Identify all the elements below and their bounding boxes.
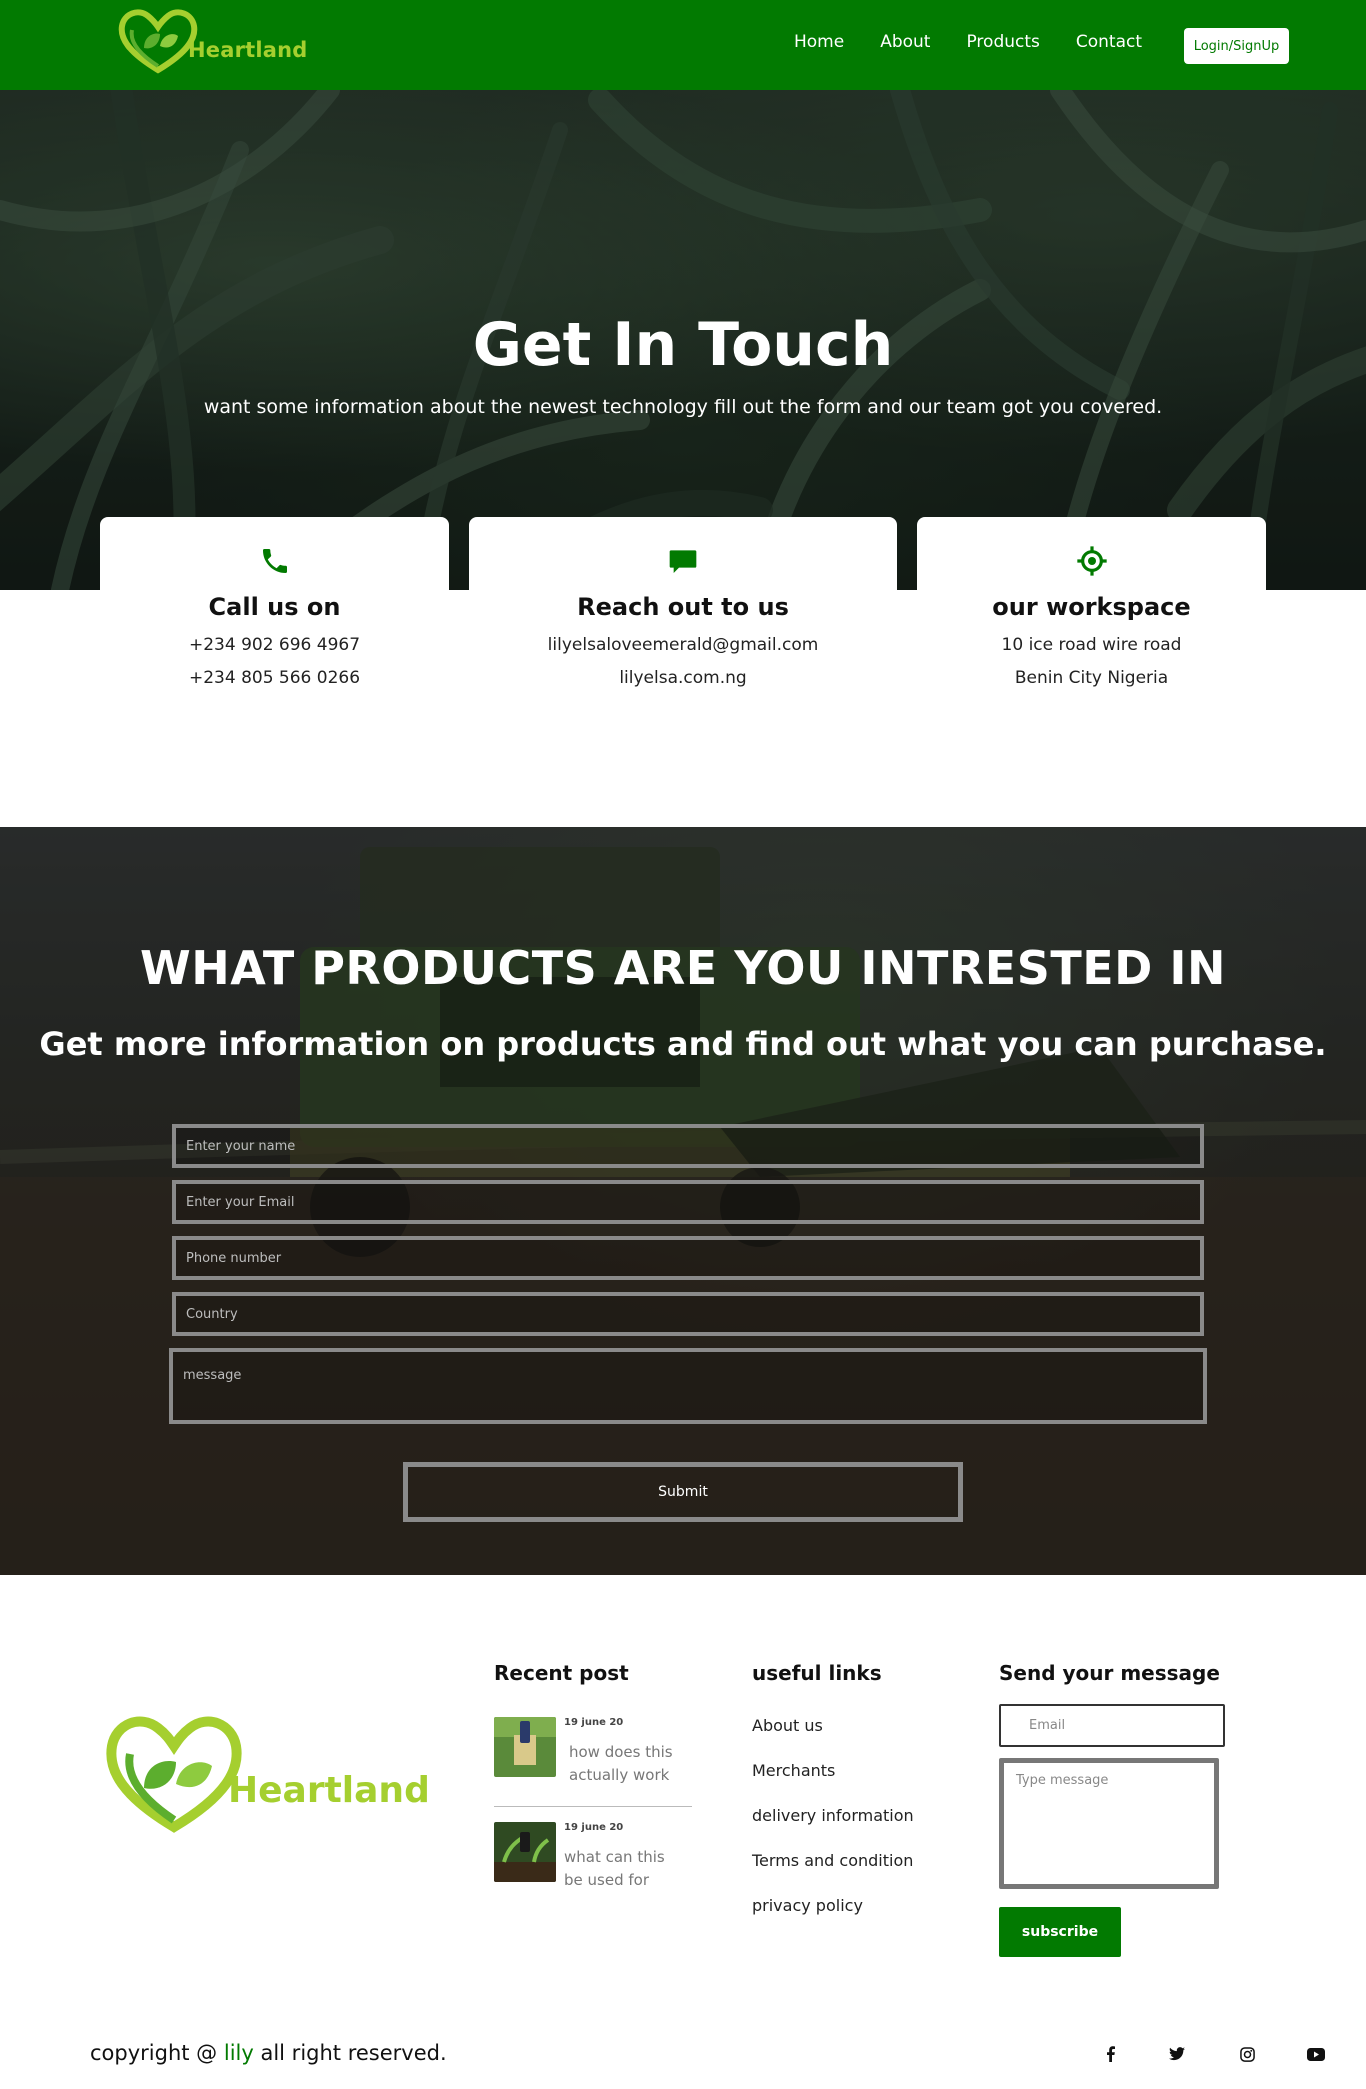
nav-home[interactable]: Home (794, 32, 844, 52)
post-thumbnail-image (494, 1822, 556, 1882)
nav-contact[interactable]: Contact (1076, 32, 1142, 52)
contact-card-reach: Reach out to us lilyelsaloveemerald@gmai… (469, 517, 897, 722)
phone-number-1[interactable]: +234 902 696 4967 (100, 635, 449, 655)
link-about-us[interactable]: About us (752, 1716, 823, 1735)
name-input[interactable] (172, 1124, 1204, 1168)
subscribe-button[interactable]: subscribe (999, 1907, 1121, 1957)
nav-links: Home About Products Contact (794, 32, 1142, 52)
post-divider (494, 1806, 692, 1807)
brand-name: Heartland (188, 38, 308, 62)
address-line-2: Benin City Nigeria (1014, 668, 1169, 688)
link-privacy-policy[interactable]: privacy policy (752, 1896, 863, 1915)
link-merchants[interactable]: Merchants (752, 1761, 835, 1780)
contact-card-call: Call us on +234 902 696 4967 +234 805 56… (100, 517, 449, 722)
copyright-text: copyright @ lily all right reserved. (90, 2041, 447, 2065)
footer-brand-name: Heartland (228, 1770, 430, 1811)
useful-links-title: useful links (752, 1661, 882, 1685)
chat-icon (669, 550, 697, 573)
card-title: Reach out to us (577, 593, 789, 621)
phone-icon (262, 549, 287, 573)
products-title: WHAT PRODUCTS ARE YOU INTRESTED IN (140, 941, 1226, 995)
contact-card-workspace: our workspace 10 ice road wire road Beni… (917, 517, 1266, 722)
phone-number-2[interactable]: +234 805 566 0266 (100, 668, 449, 688)
link-delivery-information[interactable]: delivery information (752, 1806, 914, 1825)
hero-subtitle: want some information about the newest t… (203, 396, 1163, 418)
submit-button[interactable]: Submit (403, 1462, 963, 1522)
post-title[interactable]: how does this actually work (569, 1741, 689, 1787)
email-input[interactable] (172, 1180, 1204, 1224)
link-terms-and-condition[interactable]: Terms and condition (752, 1851, 913, 1870)
email-address[interactable]: lilyelsaloveemerald@gmail.com (469, 635, 897, 655)
hero-title: Get In Touch (472, 310, 894, 380)
instagram-icon[interactable] (1237, 2044, 1257, 2064)
copyright-suffix: all right reserved. (253, 2041, 447, 2065)
card-title: our workspace (992, 593, 1191, 621)
youtube-icon[interactable] (1306, 2044, 1326, 2064)
login-signup-button[interactable]: Login/SignUp (1184, 28, 1289, 64)
website-link[interactable]: lilyelsa.com.ng (469, 668, 897, 688)
heart-leaf-logo-icon (106, 1716, 242, 1833)
location-target-icon (1076, 546, 1107, 576)
copyright-prefix: copyright @ (90, 2041, 224, 2065)
card-title: Call us on (208, 593, 341, 621)
footer-email-input[interactable] (999, 1704, 1225, 1747)
facebook-icon[interactable] (1100, 2044, 1120, 2064)
address-line-1: 10 ice road wire road (1001, 635, 1182, 655)
post-thumbnail-image (494, 1717, 556, 1777)
post-date: 19 june 20 (564, 1822, 624, 1833)
navbar: Heartland Home About Products Contact Lo… (0, 0, 1366, 90)
twitter-icon[interactable] (1167, 2044, 1187, 2064)
brand-logo[interactable]: Heartland (118, 8, 318, 78)
products-subtitle: Get more information on products and fin… (39, 1025, 1327, 1063)
products-inquiry-section: WHAT PRODUCTS ARE YOU INTRESTED IN Get m… (0, 827, 1366, 1575)
footer-message-textarea[interactable] (999, 1758, 1219, 1889)
copyright-brand[interactable]: lily (224, 2041, 254, 2065)
country-input[interactable] (172, 1292, 1204, 1336)
post-date: 19 june 20 (564, 1717, 624, 1728)
post-title[interactable]: what can this be used for (564, 1846, 684, 1892)
hero-section: Get In Touch want some information about… (0, 90, 1366, 590)
footer-logo[interactable]: Heartland (104, 1712, 434, 1837)
recent-post-title: Recent post (494, 1661, 629, 1685)
phone-input[interactable] (172, 1236, 1204, 1280)
nav-about[interactable]: About (880, 32, 930, 52)
send-message-title: Send your message (999, 1661, 1220, 1685)
heart-leaf-logo-icon (118, 9, 198, 74)
nav-products[interactable]: Products (966, 32, 1039, 52)
message-textarea[interactable] (169, 1348, 1207, 1424)
